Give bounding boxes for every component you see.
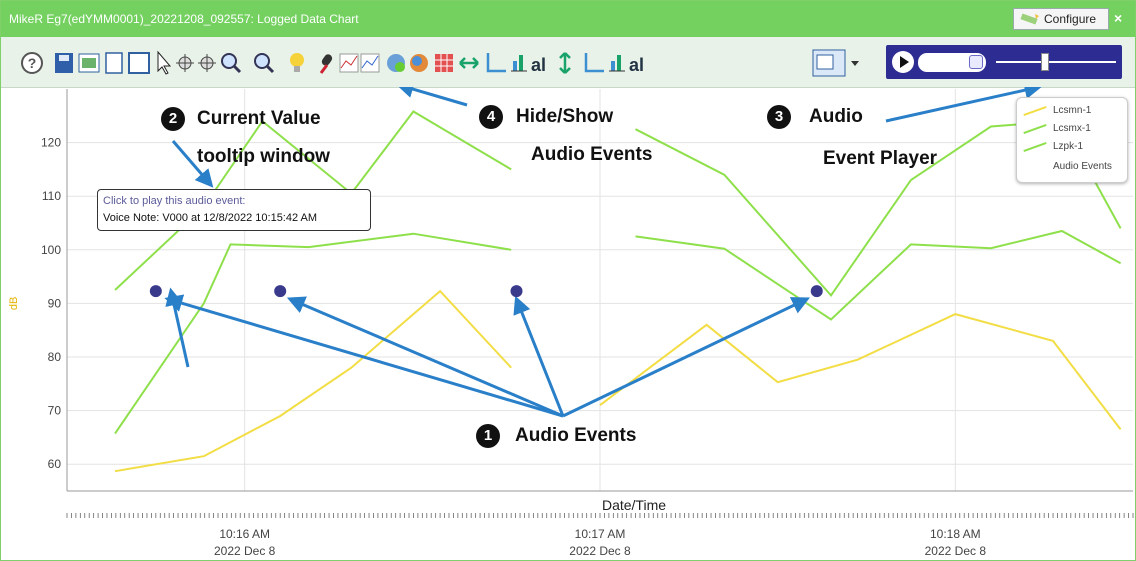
callout-1-label: Audio Events [515,425,637,446]
play-button[interactable] [892,51,914,73]
callout-4-line-1: Hide/Show [516,106,614,127]
x-tick-date: 2022 Dec 8 [925,544,987,558]
legend-swatch [1023,141,1047,153]
audio-event-marker [149,285,162,298]
text-chart-icon[interactable]: al [531,55,546,75]
x-tick-label: 10:18 AM [930,527,981,541]
series-line-lcsmn-1 [114,289,512,473]
audio-event-player [886,45,1122,79]
annotation-arrow [395,87,468,107]
legend-label: Audio Events [1053,161,1112,172]
pointer-icon[interactable] [157,50,172,75]
chart-window: MikeR Eg7(edYMM0001)_20221208_092557: Lo… [0,0,1136,561]
x-tick-date: 2022 Dec 8 [569,544,631,558]
image-icon[interactable] [78,53,100,73]
y-tick-label: 60 [48,457,62,471]
window-icon[interactable] [128,52,150,74]
configure-button[interactable]: Configure [1013,8,1109,30]
new-page-icon[interactable] [105,52,123,74]
series-line-lcsmx-1 [635,229,1122,321]
close-button[interactable]: × [1114,10,1122,26]
line-chart-icon[interactable] [339,53,359,73]
callout-1-number: 1 [476,424,500,448]
svg-text:al: al [629,55,644,75]
bar-chart-icon[interactable] [511,55,527,72]
annotation-arrow [164,294,564,418]
pan-icon[interactable] [176,54,194,72]
svg-text:?: ? [28,55,37,71]
callout-3-number: 3 [767,105,791,129]
legend: Lcsmn-1 Lcsmx-1 Lzpk-1 Audio Events [1016,97,1128,183]
legend-swatch [1023,105,1047,117]
lightbulb-icon[interactable] [290,53,304,72]
legend-label: Lcsmx-1 [1053,123,1091,134]
callout-3-line-1: Audio [809,106,863,127]
callout-4-number: 4 [479,105,503,129]
chevron-down-icon [969,55,983,69]
tooltip-line-2: Voice Note: V000 at 12/8/2022 10:15:42 A… [103,212,318,224]
legend-label: Lzpk-1 [1053,141,1084,152]
x-tick-label: 10:17 AM [575,527,626,541]
callout-2-line-2: tooltip window [197,146,330,167]
y-tick-label: 80 [48,350,62,364]
legend-swatch [1023,123,1047,135]
help-icon[interactable]: ? [21,52,43,74]
legend-label: Lcsmn-1 [1053,105,1092,116]
x-axis-label: Date/Time [602,497,666,513]
move-icon[interactable] [198,54,216,72]
vertical-arrows-icon[interactable] [559,52,571,74]
save-icon[interactable] [55,53,73,73]
y-tick-label: 70 [48,404,62,418]
series-line-lcsmn-1 [599,313,1122,431]
microphone-icon[interactable] [319,53,333,74]
horizontal-arrows-icon[interactable] [459,57,479,69]
y-axis-label: dB [8,297,20,310]
x-tick-date: 2022 Dec 8 [214,544,276,558]
grid-icon[interactable] [435,54,453,72]
configure-label: Configure [1044,12,1097,26]
callout-3-line-2: Event Player [823,148,938,169]
volume-slider-track[interactable] [996,61,1116,63]
callout-4-line-2: Audio Events [531,144,653,165]
series-line-lcsmx-1 [114,232,512,435]
text-chart-alt-icon[interactable]: al [629,55,644,75]
callout-2-line-1: Current Value [197,108,321,129]
globe-refresh-icon[interactable] [387,54,405,72]
y-tick-label: 100 [41,243,61,257]
window-title: MikeR Eg7(edYMM0001)_20221208_092557: Lo… [9,12,359,26]
title-bar[interactable]: MikeR Eg7(edYMM0001)_20221208_092557: Lo… [1,1,1135,37]
globe-icon[interactable] [410,54,428,72]
audio-event-tooltip[interactable]: Click to play this audio event: Voice No… [97,189,371,231]
svg-text:al: al [531,55,546,75]
x-tick-label: 10:16 AM [219,527,270,541]
chart-settings-icon[interactable] [812,49,859,77]
callout-2-number: 2 [161,107,185,131]
volume-slider-thumb[interactable] [1040,53,1049,71]
y-tick-label: 110 [42,189,61,203]
audio-event-marker [510,285,523,298]
audio-event-select[interactable] [918,53,986,72]
line-chart-alt-icon[interactable] [360,53,380,73]
tooltip-line-1: Click to play this audio event: [103,195,246,207]
y-tick-label: 90 [48,296,62,310]
toolbar-icons: ? al al [21,49,859,77]
pencil-icon [1020,13,1039,25]
audio-event-marker [810,285,823,298]
zoom-in-icon[interactable] [221,53,242,74]
axis-icon[interactable] [486,53,506,73]
bar-chart-alt-icon[interactable] [609,55,625,72]
zoom-out-icon[interactable] [254,53,275,74]
toolbar: ? al al [1,37,1135,88]
axis-alt-icon[interactable] [584,53,604,73]
audio-event-marker [274,285,287,298]
y-tick-label: 120 [41,136,61,150]
